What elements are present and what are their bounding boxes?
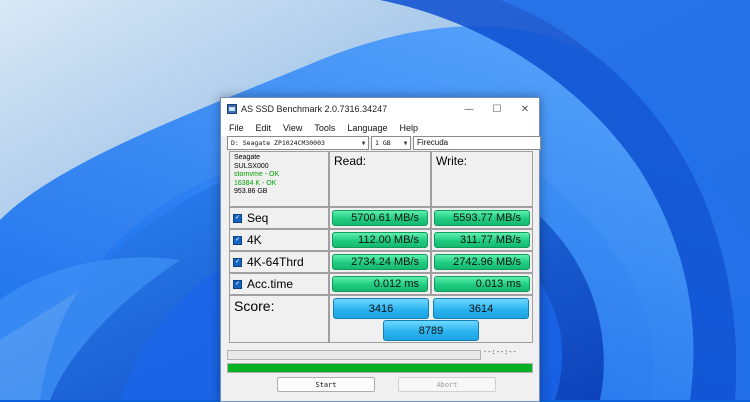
info-driver-status: stornvme - OK bbox=[234, 171, 280, 178]
title-bar[interactable]: AS SSD Benchmark 2.0.7316.34247 — ☐ ✕ bbox=[221, 98, 539, 120]
info-model: SULSX000 bbox=[234, 162, 269, 170]
menu-help[interactable]: Help bbox=[393, 123, 424, 133]
menu-file[interactable]: File bbox=[221, 123, 250, 133]
info-alignment-status: 16384 K - OK bbox=[234, 179, 277, 187]
menu-bar: File Edit View Tools Language Help bbox=[221, 120, 539, 136]
result-value: 2742.96 MB/s bbox=[434, 254, 530, 270]
result-value: 311.77 MB/s bbox=[434, 232, 530, 248]
4k-read-cell: 112.00 MB/s bbox=[329, 229, 431, 251]
app-icon bbox=[227, 104, 237, 114]
chevron-down-icon: ▼ bbox=[361, 139, 366, 147]
row-4k[interactable]: ✓ 4K bbox=[229, 229, 329, 251]
menu-edit[interactable]: Edit bbox=[250, 123, 278, 133]
checkbox-checked-icon[interactable]: ✓ bbox=[233, 257, 242, 267]
window-title: AS SSD Benchmark 2.0.7316.34247 bbox=[241, 104, 388, 114]
row-label: Acc.time bbox=[247, 277, 294, 291]
row-4k-64thrd[interactable]: ✓ 4K-64Thrd bbox=[229, 251, 329, 273]
menu-view[interactable]: View bbox=[277, 123, 308, 133]
overall-progress-bar bbox=[227, 363, 533, 373]
write-column-header: Write: bbox=[431, 151, 533, 207]
4k-write-cell: 311.77 MB/s bbox=[431, 229, 533, 251]
abort-button[interactable]: Abort bbox=[398, 377, 496, 392]
4k64-read-cell: 2734.24 MB/s bbox=[329, 251, 431, 273]
result-value: 112.00 MB/s bbox=[332, 232, 428, 248]
result-value: 0.012 ms bbox=[332, 276, 428, 292]
result-value: 0.013 ms bbox=[434, 276, 530, 292]
minimize-button[interactable]: — bbox=[455, 98, 483, 120]
menu-language[interactable]: Language bbox=[341, 123, 393, 133]
toolbar: D: Seagate ZP1024CM30003 ▼ 1 GB ▼ Firecu… bbox=[227, 136, 541, 150]
seq-read-cell: 5700.61 MB/s bbox=[329, 207, 431, 229]
close-button[interactable]: ✕ bbox=[511, 98, 539, 120]
drive-select[interactable]: D: Seagate ZP1024CM30003 ▼ bbox=[227, 136, 369, 150]
4k64-write-cell: 2742.96 MB/s bbox=[431, 251, 533, 273]
elapsed-time: --:--:-- bbox=[483, 348, 517, 356]
checkbox-checked-icon[interactable]: ✓ bbox=[233, 213, 242, 223]
drive-select-value: D: Seagate ZP1024CM30003 bbox=[231, 139, 325, 147]
result-value: 5593.77 MB/s bbox=[434, 210, 530, 226]
read-column-header: Read: bbox=[329, 151, 431, 207]
result-value: 5700.61 MB/s bbox=[332, 210, 428, 226]
drive-info: Seagate SULSX000 stornvme - OK 16384 K -… bbox=[229, 151, 329, 207]
total-score: 8789 bbox=[383, 320, 479, 341]
score-area: 3416 3614 8789 bbox=[329, 295, 533, 343]
start-button[interactable]: Start bbox=[277, 377, 375, 392]
test-size-select[interactable]: 1 GB ▼ bbox=[371, 136, 411, 150]
acc-write-cell: 0.013 ms bbox=[431, 273, 533, 295]
score-label: Score: bbox=[229, 295, 329, 343]
drive-name-field[interactable]: Firecuda bbox=[413, 136, 541, 150]
progress-fill bbox=[228, 364, 532, 372]
write-score: 3614 bbox=[433, 298, 529, 319]
test-progress-bar bbox=[227, 350, 481, 360]
info-capacity: 953.86 GB bbox=[234, 188, 268, 195]
row-label: Seq bbox=[247, 211, 269, 225]
result-value: 2734.24 MB/s bbox=[332, 254, 428, 270]
row-label: 4K bbox=[247, 233, 262, 247]
checkbox-checked-icon[interactable]: ✓ bbox=[233, 279, 242, 289]
maximize-button[interactable]: ☐ bbox=[483, 98, 511, 120]
app-window: AS SSD Benchmark 2.0.7316.34247 — ☐ ✕ Fi… bbox=[220, 97, 541, 402]
seq-write-cell: 5593.77 MB/s bbox=[431, 207, 533, 229]
row-seq[interactable]: ✓ Seq bbox=[229, 207, 329, 229]
row-acc-time[interactable]: ✓ Acc.time bbox=[229, 273, 329, 295]
info-vendor: Seagate bbox=[234, 154, 261, 161]
chevron-down-icon: ▼ bbox=[403, 139, 408, 147]
read-score: 3416 bbox=[333, 298, 429, 319]
menu-tools[interactable]: Tools bbox=[308, 123, 341, 133]
test-size-value: 1 GB bbox=[375, 139, 391, 147]
checkbox-checked-icon[interactable]: ✓ bbox=[233, 235, 242, 245]
row-label: 4K-64Thrd bbox=[247, 255, 304, 269]
acc-read-cell: 0.012 ms bbox=[329, 273, 431, 295]
